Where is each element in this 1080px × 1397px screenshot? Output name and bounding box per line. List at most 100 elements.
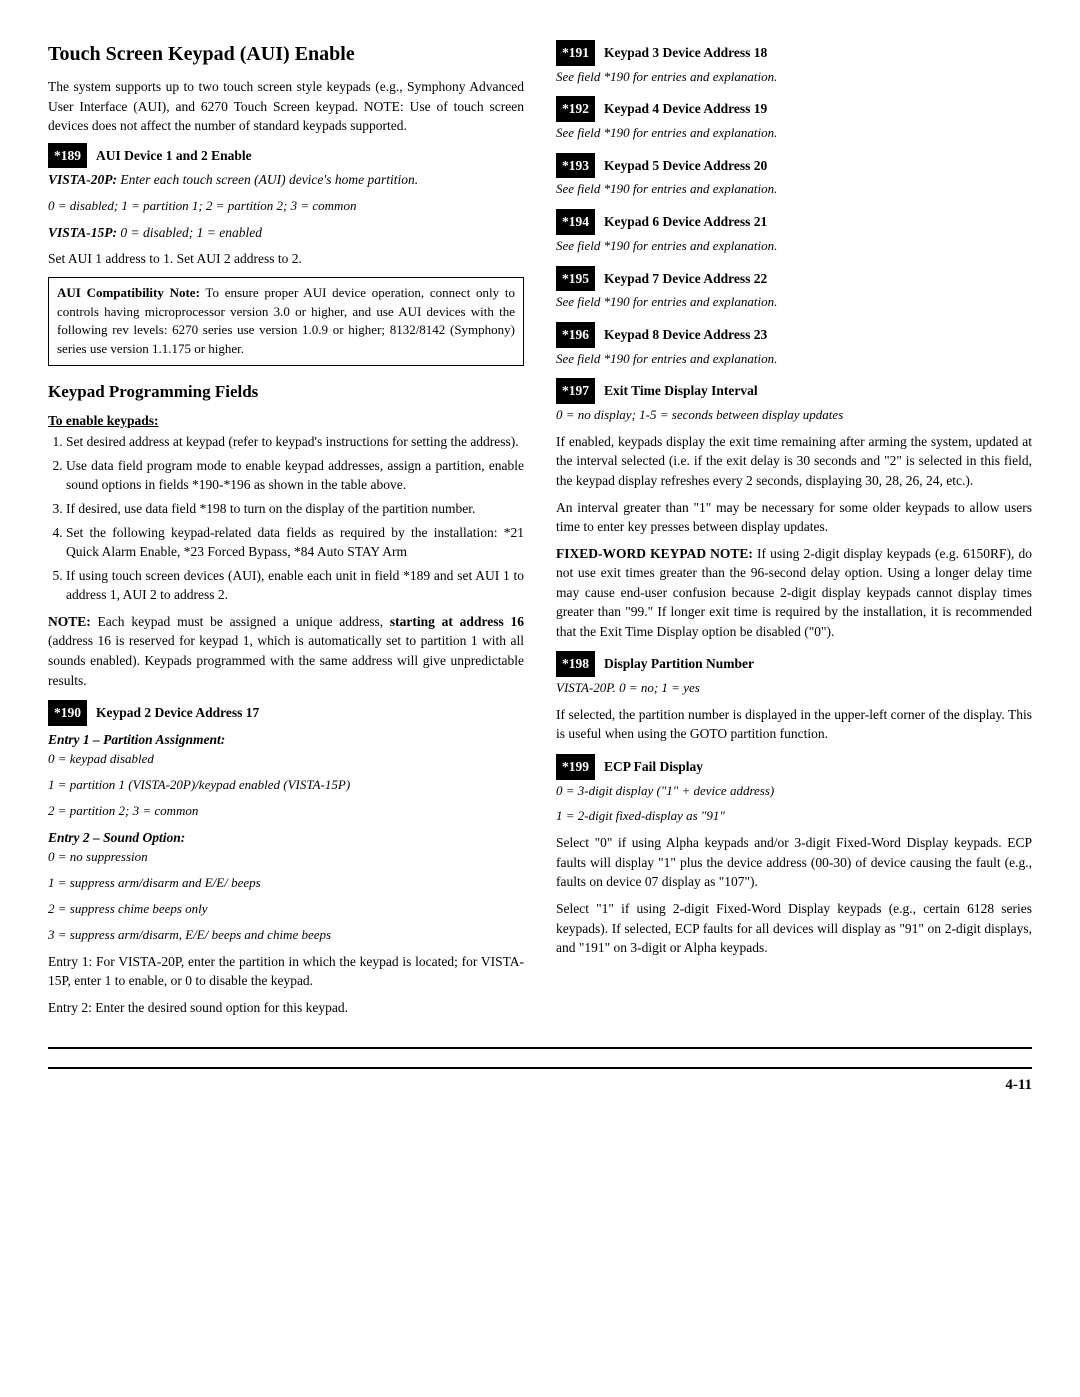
step-4: Set the following keypad-related data fi… bbox=[66, 523, 524, 562]
field-199-block: *199 ECP Fail Display 0 = 3-digit displa… bbox=[556, 754, 1032, 958]
entry1-label: Entry 1 – Partition Assignment: bbox=[48, 730, 524, 750]
to-enable-keypads-subhead: To enable keypads: bbox=[48, 411, 524, 431]
field-193-num: *193 bbox=[556, 153, 595, 179]
field-199-text2: Select "1" if using 2-digit Fixed-Word D… bbox=[556, 899, 1032, 958]
page-number: 4-11 bbox=[1005, 1075, 1032, 1097]
page-bottom-rule bbox=[48, 1047, 1032, 1049]
field-191-see: See field *190 for entries and explanati… bbox=[556, 68, 1032, 87]
field-193-title: Keypad 5 Device Address 20 bbox=[604, 156, 767, 176]
keypad-programming-section: Keypad Programming Fields To enable keyp… bbox=[48, 380, 524, 1017]
field-192-see: See field *190 for entries and explanati… bbox=[556, 124, 1032, 143]
field-195-block: *195 Keypad 7 Device Address 22 See fiel… bbox=[556, 266, 1032, 312]
field-193-block: *193 Keypad 5 Device Address 20 See fiel… bbox=[556, 153, 1032, 199]
field-190-label-row: *190 Keypad 2 Device Address 17 bbox=[48, 700, 524, 726]
field-191-label-row: *191 Keypad 3 Device Address 18 bbox=[556, 40, 1032, 66]
field-191-block: *191 Keypad 3 Device Address 18 See fiel… bbox=[556, 40, 1032, 86]
field-194-num: *194 bbox=[556, 209, 595, 235]
entry1-text: Entry 1: For VISTA-20P, enter the partit… bbox=[48, 952, 524, 991]
field-190-title: Keypad 2 Device Address 17 bbox=[96, 703, 259, 723]
field-191-num: *191 bbox=[556, 40, 595, 66]
vista15p-label: VISTA-15P: bbox=[48, 225, 120, 240]
field-195-title: Keypad 7 Device Address 22 bbox=[604, 269, 767, 289]
field-199-num: *199 bbox=[556, 754, 595, 780]
step-3: If desired, use data field *198 to turn … bbox=[66, 499, 524, 519]
field-197-values: 0 = no display; 1-5 = seconds between di… bbox=[556, 406, 1032, 425]
field-192-title: Keypad 4 Device Address 19 bbox=[604, 99, 767, 119]
field-199-values2: 1 = 2-digit fixed-display as "91" bbox=[556, 807, 1032, 826]
touch-screen-section: Touch Screen Keypad (AUI) Enable The sys… bbox=[48, 40, 524, 366]
field-192-label-row: *192 Keypad 4 Device Address 19 bbox=[556, 96, 1032, 122]
touch-screen-title: Touch Screen Keypad (AUI) Enable bbox=[48, 40, 524, 69]
field-195-see: See field *190 for entries and explanati… bbox=[556, 293, 1032, 312]
fixed-word-label: FIXED-WORD KEYPAD NOTE: bbox=[556, 546, 753, 561]
entry1-val1: 1 = partition 1 (VISTA-20P)/keypad enabl… bbox=[48, 776, 524, 795]
field-196-label-row: *196 Keypad 8 Device Address 23 bbox=[556, 322, 1032, 348]
entry2-text: Entry 2: Enter the desired sound option … bbox=[48, 998, 524, 1018]
keypad-steps-list: Set desired address at keypad (refer to … bbox=[66, 432, 524, 605]
field-198-values: VISTA-20P. 0 = no; 1 = yes bbox=[556, 679, 1032, 698]
field-194-block: *194 Keypad 6 Device Address 21 See fiel… bbox=[556, 209, 1032, 255]
page-number-row: 4-11 bbox=[48, 1067, 1032, 1097]
step-1: Set desired address at keypad (refer to … bbox=[66, 432, 524, 452]
field-190-block: *190 Keypad 2 Device Address 17 Entry 1 … bbox=[48, 700, 524, 1017]
field-189-set-text: Set AUI 1 address to 1. Set AUI 2 addres… bbox=[48, 249, 524, 269]
step-2: Use data field program mode to enable ke… bbox=[66, 456, 524, 495]
field-198-label-row: *198 Display Partition Number bbox=[556, 651, 1032, 677]
entry2-val3: 3 = suppress arm/disarm, E/E/ beeps and … bbox=[48, 926, 524, 945]
field-189-block: *189 AUI Device 1 and 2 Enable VISTA-20P… bbox=[48, 143, 524, 366]
note-title: AUI Compatibility Note: bbox=[57, 285, 200, 300]
entry1-val0: 0 = keypad disabled bbox=[48, 750, 524, 769]
step-5: If using touch screen devices (AUI), ena… bbox=[66, 566, 524, 605]
left-column: Touch Screen Keypad (AUI) Enable The sys… bbox=[48, 40, 524, 1031]
entry2-label: Entry 2 – Sound Option: bbox=[48, 828, 524, 848]
field-189-num: *189 bbox=[48, 143, 87, 169]
right-column: *191 Keypad 3 Device Address 18 See fiel… bbox=[556, 40, 1032, 1031]
field-199-label-row: *199 ECP Fail Display bbox=[556, 754, 1032, 780]
vista20p-label: VISTA-20P: bbox=[48, 172, 117, 187]
field-199-text1: Select "0" if using Alpha keypads and/or… bbox=[556, 833, 1032, 892]
keypad-note-text: NOTE: Each keypad must be assigned a uni… bbox=[48, 612, 524, 690]
field-194-label-row: *194 Keypad 6 Device Address 21 bbox=[556, 209, 1032, 235]
field-189-vista20p: VISTA-20P: Enter each touch screen (AUI)… bbox=[48, 170, 524, 190]
field-194-title: Keypad 6 Device Address 21 bbox=[604, 212, 767, 232]
field-196-block: *196 Keypad 8 Device Address 23 See fiel… bbox=[556, 322, 1032, 368]
field-198-block: *198 Display Partition Number VISTA-20P.… bbox=[556, 651, 1032, 744]
field-196-title: Keypad 8 Device Address 23 bbox=[604, 325, 767, 345]
aui-compatibility-note: AUI Compatibility Note: To ensure proper… bbox=[48, 277, 524, 366]
vista20p-text: Enter each touch screen (AUI) device's h… bbox=[120, 172, 418, 187]
field-195-label-row: *195 Keypad 7 Device Address 22 bbox=[556, 266, 1032, 292]
field-189-title: AUI Device 1 and 2 Enable bbox=[96, 146, 252, 166]
field-197-text2: An interval greater than "1" may be nece… bbox=[556, 498, 1032, 537]
field-198-num: *198 bbox=[556, 651, 595, 677]
field-189-label-row: *189 AUI Device 1 and 2 Enable bbox=[48, 143, 524, 169]
vista15p-text: 0 = disabled; 1 = enabled bbox=[120, 225, 262, 240]
field-195-num: *195 bbox=[556, 266, 595, 292]
field-198-title: Display Partition Number bbox=[604, 654, 754, 674]
field-192-num: *192 bbox=[556, 96, 595, 122]
field-196-num: *196 bbox=[556, 322, 595, 348]
field-191-title: Keypad 3 Device Address 18 bbox=[604, 43, 767, 63]
entry2-val1: 1 = suppress arm/disarm and E/E/ beeps bbox=[48, 874, 524, 893]
field-199-title: ECP Fail Display bbox=[604, 757, 703, 777]
field-192-block: *192 Keypad 4 Device Address 19 See fiel… bbox=[556, 96, 1032, 142]
field-198-text: If selected, the partition number is dis… bbox=[556, 705, 1032, 744]
entry1-val2: 2 = partition 2; 3 = common bbox=[48, 802, 524, 821]
touch-screen-intro: The system supports up to two touch scre… bbox=[48, 77, 524, 136]
field-197-label-row: *197 Exit Time Display Interval bbox=[556, 378, 1032, 404]
field-194-see: See field *190 for entries and explanati… bbox=[556, 237, 1032, 256]
field-193-label-row: *193 Keypad 5 Device Address 20 bbox=[556, 153, 1032, 179]
field-193-see: See field *190 for entries and explanati… bbox=[556, 180, 1032, 199]
page-content: Touch Screen Keypad (AUI) Enable The sys… bbox=[48, 40, 1032, 1097]
entry2-val0: 0 = no suppression bbox=[48, 848, 524, 867]
field-190-num: *190 bbox=[48, 700, 87, 726]
field-189-vista15p: VISTA-15P: 0 = disabled; 1 = enabled bbox=[48, 223, 524, 243]
field-197-text1: If enabled, keypads display the exit tim… bbox=[556, 432, 1032, 491]
field-196-see: See field *190 for entries and explanati… bbox=[556, 350, 1032, 369]
keypad-programming-title: Keypad Programming Fields bbox=[48, 380, 524, 405]
field-199-values1: 0 = 3-digit display ("1" + device addres… bbox=[556, 782, 1032, 801]
entry2-val2: 2 = suppress chime beeps only bbox=[48, 900, 524, 919]
field-197-title: Exit Time Display Interval bbox=[604, 381, 758, 401]
field-197-block: *197 Exit Time Display Interval 0 = no d… bbox=[556, 378, 1032, 641]
field-197-fixed-word: FIXED-WORD KEYPAD NOTE: If using 2-digit… bbox=[556, 544, 1032, 642]
field-197-num: *197 bbox=[556, 378, 595, 404]
